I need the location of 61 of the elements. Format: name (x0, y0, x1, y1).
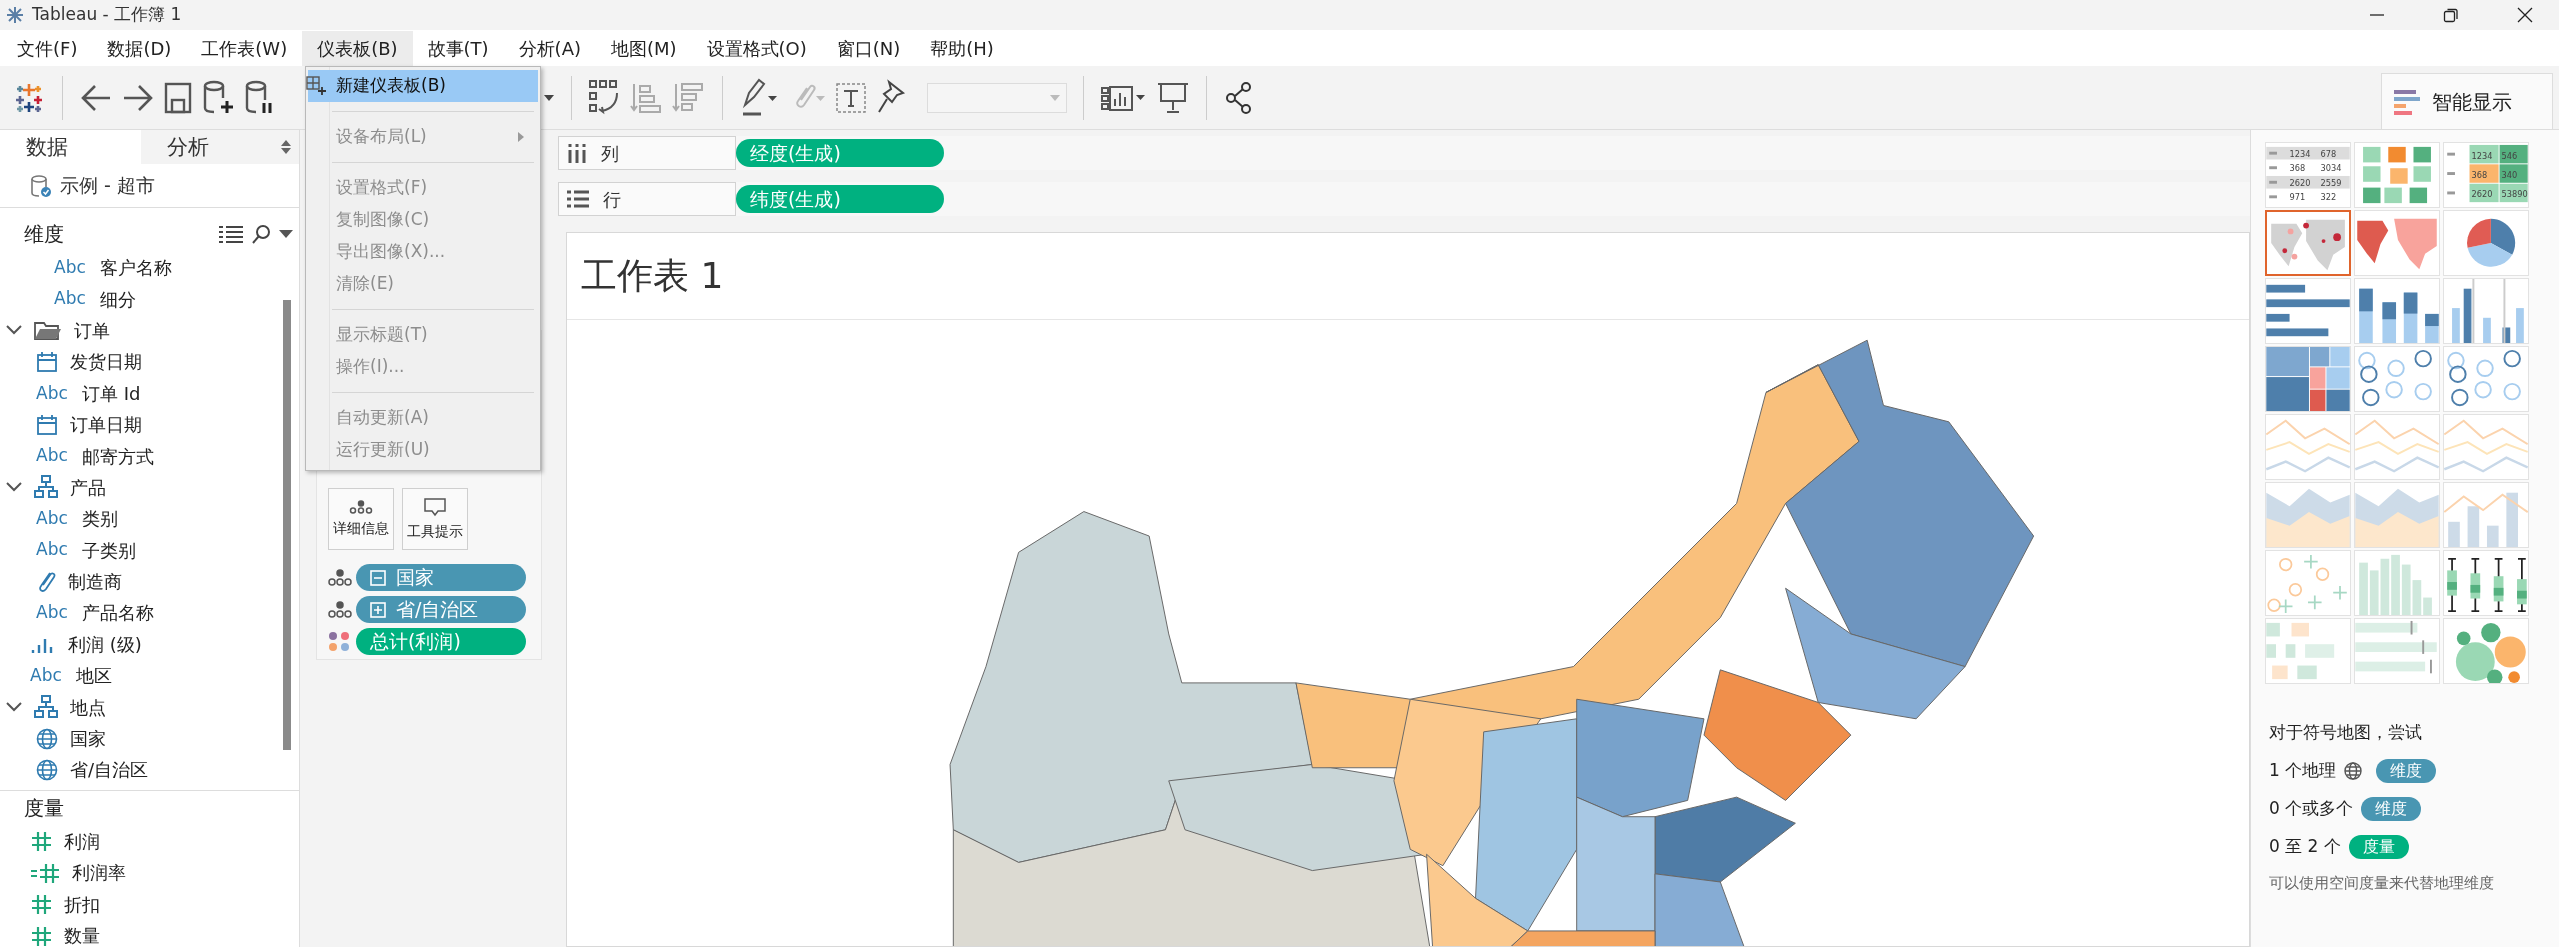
field-name[interactable]: 订单日期 (70, 411, 142, 439)
menu-item[interactable]: 工作表(W) (186, 30, 303, 66)
menu-item[interactable]: 数据(D) (92, 30, 187, 66)
menu-item[interactable]: 文件(F) (2, 30, 93, 66)
data-type-icon: Abc (30, 663, 64, 689)
field-name[interactable]: 数量 (64, 922, 100, 947)
field-name[interactable]: 制造商 (68, 568, 122, 596)
field-name[interactable]: 子类别 (82, 536, 136, 564)
field-type-pill: 维度 (2376, 759, 2437, 783)
menu-item[interactable]: 地图(M) (595, 30, 692, 66)
requirement-text: 0 至 2 个 (2269, 835, 2341, 859)
field-type-pill: 维度 (2361, 797, 2422, 821)
hint-note: 可以使用空间度量来代替地理维度 (2269, 873, 2495, 894)
field-name[interactable]: 利润率 (72, 859, 126, 887)
data-type-icon: Abc (36, 443, 70, 469)
menu-item[interactable]: 设置格式(O) (691, 30, 822, 66)
pane-tab[interactable]: 数据 (0, 130, 141, 164)
data-type-icon: Abc (36, 380, 70, 406)
field-name[interactable]: 省/自治区 (70, 756, 149, 784)
marks-button[interactable]: 工具提示 (402, 488, 468, 550)
shelf-label: 列 (558, 136, 736, 170)
field-name[interactable]: 产品名称 (82, 599, 154, 627)
sheet-title: 工作表 1 (567, 233, 2249, 320)
data-type-icon: Abc (54, 254, 88, 281)
menu-item[interactable]: 新建仪表板(B) (308, 70, 538, 102)
field-name[interactable]: 细分 (100, 285, 136, 313)
menu-item[interactable]: 分析(A) (503, 30, 596, 66)
data-type-icon: Abc (36, 600, 70, 626)
shelf-label: 行 (558, 182, 736, 216)
field-name[interactable]: 利润 (级) (68, 630, 142, 658)
field-name[interactable]: 利润 (64, 827, 100, 855)
data-type-icon: Abc (36, 506, 70, 532)
requirement-text: 0 个或多个 (2269, 797, 2354, 821)
field-type-pill: 度量 (2348, 835, 2409, 859)
chart-type-thumbnail[interactable]: 1234 546 368 340 2620 53890 (2443, 142, 2529, 208)
field-name[interactable]: 地点 (70, 693, 106, 721)
data-source-name[interactable]: 示例 - 超市 (60, 171, 155, 200)
menu-item[interactable]: 仪表板(B) (302, 30, 413, 66)
requirement-text: 1 个地理 (2269, 759, 2337, 783)
hint-title: 对于符号地图，尝试 (2269, 721, 2422, 745)
show-me-button[interactable]: 智能显示 (2381, 73, 2553, 129)
section-header: 度量 (24, 795, 64, 823)
section-header: 维度 (24, 221, 64, 248)
field-name[interactable]: 类别 (82, 505, 118, 533)
menu-item[interactable]: 故事(T) (412, 30, 504, 66)
data-type-icon: Abc (54, 286, 88, 312)
menu-item[interactable]: 窗口(N) (821, 30, 916, 66)
field-name[interactable]: 产品 (70, 473, 106, 501)
field-name[interactable]: 国家 (70, 725, 106, 753)
menu-item[interactable]: 帮助(H) (915, 30, 1009, 66)
field-name[interactable]: 折扣 (64, 890, 100, 918)
field-name[interactable]: 客户名称 (100, 254, 172, 282)
field-name[interactable]: 订单 Id (82, 379, 141, 407)
chart-type-thumbnail[interactable]: 1234 678 368 3034 2620 2559 971 322 (2265, 142, 2351, 208)
marks-button[interactable]: 详细信息 (328, 488, 394, 550)
data-type-icon: Abc (36, 537, 70, 563)
field-name[interactable]: 订单 (74, 316, 110, 344)
field-name[interactable]: 地区 (76, 662, 112, 690)
window-title: Tableau - 工作簿 1 (32, 3, 182, 27)
field-name[interactable]: 邮寄方式 (82, 442, 154, 470)
field-name[interactable]: 发货日期 (70, 348, 142, 376)
